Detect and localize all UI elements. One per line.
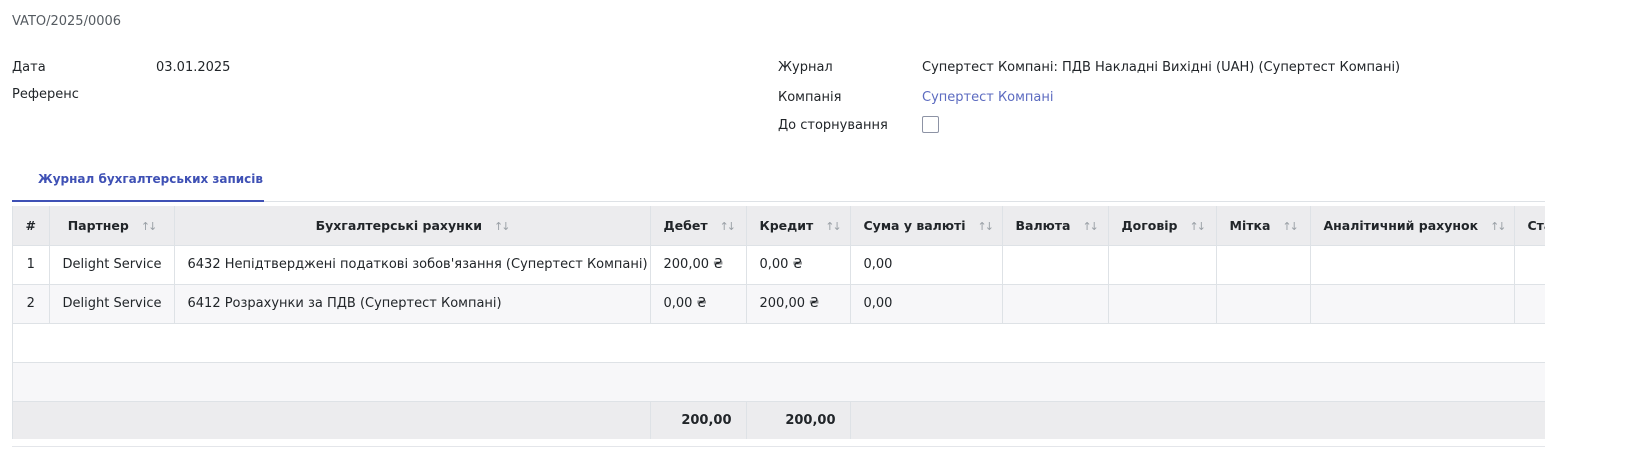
sort-arrows-icon[interactable]: ↑↓ — [825, 220, 842, 233]
sort-arrows-icon[interactable]: ↑↓ — [1189, 220, 1206, 233]
journal-entry-form: VATO/2025/0006 Дата 03.01.2025 Референс … — [0, 0, 1625, 465]
totals-row: 200,00 200,00 — [13, 401, 1545, 439]
table-row[interactable]: 1 Delight Service 6432 Непідтверджені по… — [13, 245, 1545, 285]
cell-num: 1 — [13, 245, 50, 285]
cell-partner[interactable]: Delight Service — [49, 284, 175, 324]
sort-arrows-icon[interactable]: ↑↓ — [141, 220, 158, 233]
header-num: # — [13, 206, 50, 246]
header-account[interactable]: Бухгалтерські рахунки ↑↓ — [174, 206, 651, 246]
empty-row[interactable] — [13, 323, 1545, 363]
journal-label: Журнал — [778, 60, 833, 75]
cell-amount-currency[interactable]: 0,00 — [850, 245, 1003, 285]
cell-credit[interactable]: 200,00 ₴ — [746, 284, 851, 324]
sort-arrows-icon[interactable]: ↑↓ — [1282, 220, 1299, 233]
header-debit[interactable]: Дебет ↑↓ — [650, 206, 747, 246]
cell-currency[interactable] — [1002, 284, 1109, 324]
document-name: VATO/2025/0006 — [12, 14, 122, 29]
total-blank — [850, 401, 1545, 439]
cell-contract[interactable] — [1108, 284, 1217, 324]
header-credit[interactable]: Кредит ↑↓ — [746, 206, 851, 246]
header-currency[interactable]: Валюта ↑↓ — [1002, 206, 1109, 246]
sort-arrows-icon[interactable]: ↑↓ — [720, 220, 737, 233]
empty-row — [13, 362, 1545, 402]
company-link[interactable]: Супертест Компані — [922, 90, 1054, 105]
sort-arrows-icon[interactable]: ↑↓ — [978, 220, 995, 233]
cell-analytic[interactable] — [1310, 245, 1515, 285]
cell-account[interactable]: 6432 Непідтверджені податкові зобов'язан… — [174, 245, 651, 285]
cell-amount-currency[interactable]: 0,00 — [850, 284, 1003, 324]
journal-items-table: # Партнер ↑↓ Бухгалтерські рахунки ↑↓ Дебе… — [12, 206, 1545, 439]
tab-journal-items[interactable]: Журнал бухгалтерських записів — [12, 162, 264, 202]
header-tag[interactable]: Мітка ↑↓ — [1216, 206, 1311, 246]
sort-arrows-icon[interactable]: ↑↓ — [1082, 220, 1099, 233]
header-analytic[interactable]: Аналітичний рахунок ↑↓ — [1310, 206, 1515, 246]
journal-value[interactable]: Супертест Компані: ПДВ Накладні Вихідні … — [922, 60, 1400, 75]
cell-status[interactable] — [1514, 245, 1545, 285]
table-row[interactable]: 2 Delight Service 6412 Розрахунки за ПДВ… — [13, 284, 1545, 324]
cell-credit[interactable]: 0,00 ₴ — [746, 245, 851, 285]
empty-cell[interactable] — [13, 323, 1545, 363]
sort-arrows-icon[interactable]: ↑↓ — [494, 220, 511, 233]
cell-currency[interactable] — [1002, 245, 1109, 285]
bottom-divider — [12, 446, 1545, 447]
cell-analytic[interactable] — [1310, 284, 1515, 324]
header-amount-currency[interactable]: Сума у валюті ↑↓ — [850, 206, 1003, 246]
cell-status[interactable] — [1514, 284, 1545, 324]
tab-bar: Журнал бухгалтерських записів — [12, 162, 1545, 202]
total-blank — [13, 401, 174, 439]
cell-debit[interactable]: 0,00 ₴ — [650, 284, 747, 324]
reversal-checkbox[interactable] — [922, 116, 939, 133]
empty-cell — [13, 362, 1545, 402]
header-contract[interactable]: Договір ↑↓ — [1108, 206, 1217, 246]
table-header: # Партнер ↑↓ Бухгалтерські рахунки ↑↓ Дебе… — [13, 206, 1545, 246]
total-credit: 200,00 — [746, 401, 851, 439]
sort-arrows-icon[interactable]: ↑↓ — [1490, 220, 1507, 233]
cell-contract[interactable] — [1108, 245, 1217, 285]
cell-account[interactable]: 6412 Розрахунки за ПДВ (Супертест Компан… — [174, 284, 651, 324]
date-value[interactable]: 03.01.2025 — [156, 60, 230, 75]
header-partner[interactable]: Партнер ↑↓ — [49, 206, 175, 246]
reference-label: Референс — [12, 87, 79, 102]
header-status[interactable]: Ста — [1514, 206, 1545, 246]
company-label: Компанія — [778, 90, 842, 105]
reversal-label: До сторнування — [778, 118, 888, 133]
total-debit: 200,00 — [650, 401, 747, 439]
date-label: Дата — [12, 60, 46, 75]
cell-tag[interactable] — [1216, 245, 1311, 285]
cell-num: 2 — [13, 284, 50, 324]
cell-partner[interactable]: Delight Service — [49, 245, 175, 285]
cell-debit[interactable]: 200,00 ₴ — [650, 245, 747, 285]
cell-tag[interactable] — [1216, 284, 1311, 324]
total-blank — [174, 401, 651, 439]
